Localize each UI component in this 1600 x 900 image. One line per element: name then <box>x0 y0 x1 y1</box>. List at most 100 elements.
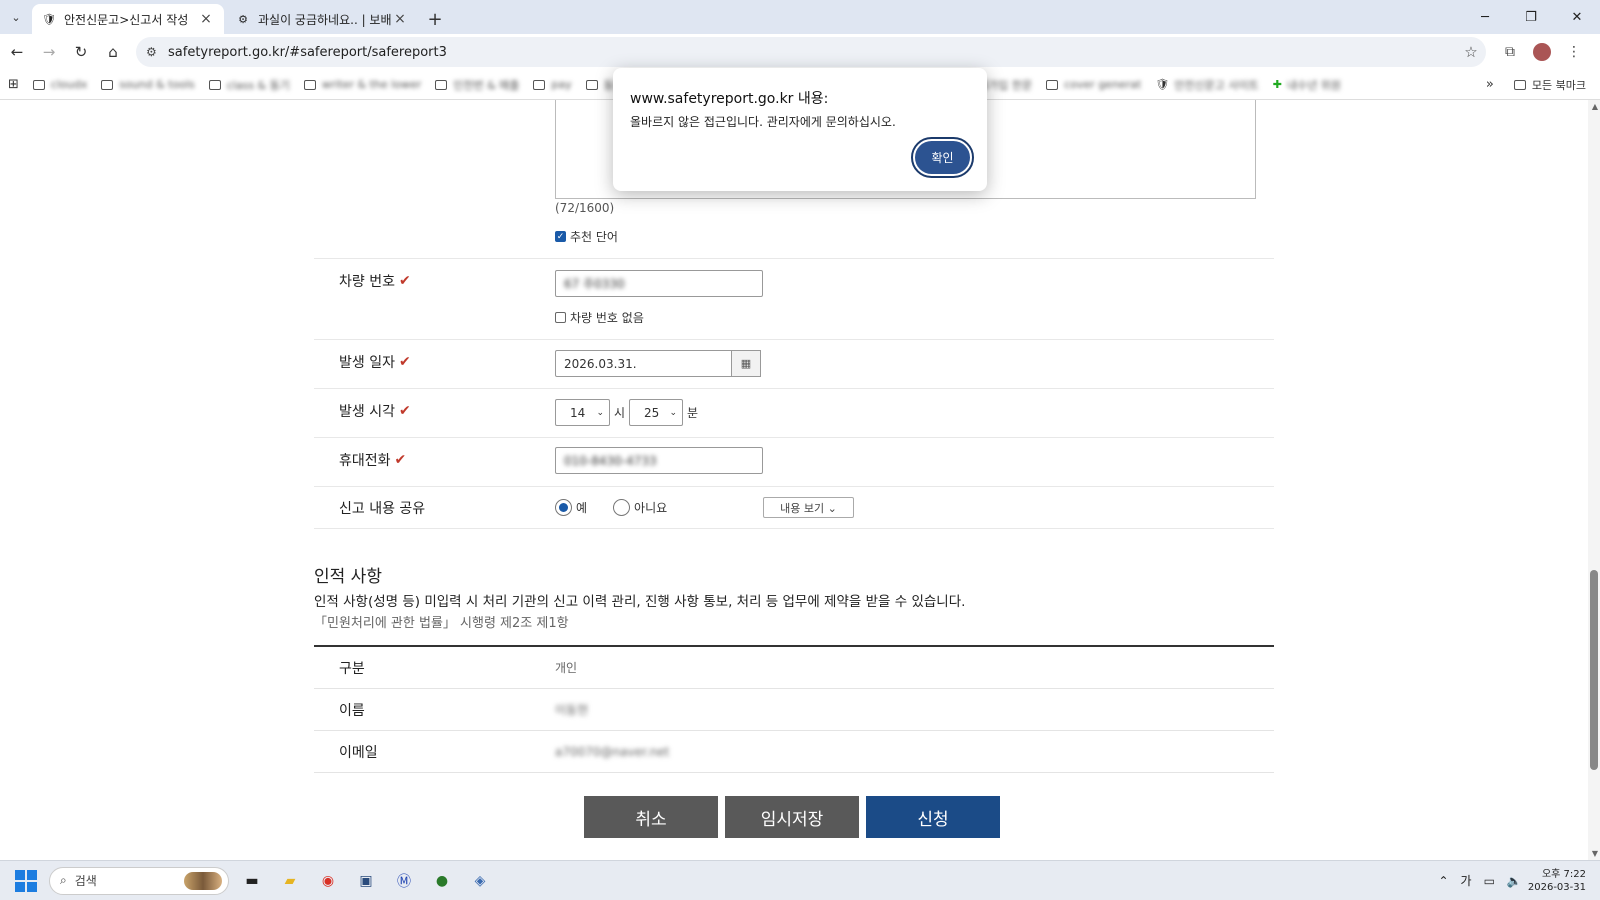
new-tab-button[interactable]: + <box>420 4 450 34</box>
browser-toolbar: ← → ↻ ⌂ ⚙ safetyreport.go.kr/#safereport… <box>0 34 1600 70</box>
share-no-label: 아니요 <box>634 501 668 515</box>
back-icon[interactable]: ← <box>2 37 32 67</box>
search-icon: ⌕ <box>60 873 67 887</box>
date-input[interactable]: 2026.03.31. <box>555 350 733 377</box>
page-scrollbar[interactable]: ▲ ▼ <box>1588 100 1600 860</box>
more-bookmarks-icon[interactable]: » <box>1486 77 1494 92</box>
blue-app-icon[interactable]: ◈ <box>465 866 495 896</box>
share-yes-label: 예 <box>576 501 588 515</box>
home-icon[interactable]: ⌂ <box>98 37 128 67</box>
hour-unit: 시 <box>614 406 626 420</box>
folder-icon <box>32 79 45 90</box>
share-label: 신고 내용 공유 <box>339 501 426 517</box>
clock[interactable]: 오후 7:22 2026-03-31 <box>1528 868 1586 894</box>
vehicle-number-input[interactable]: 67 주0330 <box>555 270 763 297</box>
share-no-radio[interactable] <box>613 499 631 516</box>
row-value: a70070@naver.net <box>555 744 670 759</box>
window-controls: ─ ❐ ✕ <box>1462 0 1600 34</box>
shield-icon: 🛡 <box>1155 78 1170 91</box>
dialog-ok-button[interactable]: 확인 <box>911 137 974 178</box>
recommend-words-checkbox[interactable]: ✓ 추천 단어 <box>555 228 618 245</box>
bookmark-folder[interactable]: cover generat <box>1046 78 1141 91</box>
search-placeholder: 검색 <box>74 874 97 888</box>
minute-select[interactable]: 25 ⌄ <box>629 399 684 426</box>
temp-save-button[interactable]: 임시저장 <box>725 796 859 838</box>
vehicle-row: 차량 번호 ✔ 67 주0330 차량 번호 없음 <box>314 258 1274 339</box>
no-plate-checkbox[interactable]: 차량 번호 없음 <box>555 309 763 326</box>
volume-icon[interactable]: 🔈 <box>1507 874 1522 888</box>
bookmark-item[interactable]: ✚ 내수년 위원 <box>1273 77 1341 93</box>
bookmark-folder[interactable]: pay <box>533 78 572 91</box>
close-tab-icon[interactable]: × <box>392 11 408 27</box>
date-label: 발생 일자 ✔ <box>339 354 411 371</box>
bookmark-item[interactable]: 🛡 안전신문고 사이트 <box>1155 77 1258 93</box>
bookmark-folder[interactable]: class & 동기 <box>208 77 290 93</box>
green-app-icon[interactable]: ● <box>427 866 457 896</box>
alert-dialog: www.safetyreport.go.kr 내용: 올바르지 않은 접근입니다… <box>613 68 987 191</box>
search-highlight-image <box>184 871 222 890</box>
dialog-message: 올바르지 않은 접근입니다. 관리자에게 문의하십시오. <box>630 115 896 129</box>
windows-start-icon[interactable] <box>15 869 37 892</box>
time-label: 발생 시각 ✔ <box>339 403 411 420</box>
url-text: safetyreport.go.kr/#safereport/saferepor… <box>168 44 447 60</box>
tab-search-icon[interactable]: ⌄ <box>0 0 32 34</box>
tab-title: 과실이 궁금하네요.. | 보배드림 <box>258 12 392 27</box>
restore-icon[interactable]: ❐ <box>1508 0 1554 34</box>
time-row: 발생 시각 ✔ 14 ⌄ 시 25 ⌄ 분 <box>314 388 1274 437</box>
row-key: 구분 <box>339 660 365 677</box>
scrollbar-thumb[interactable] <box>1590 570 1598 770</box>
folder-icon <box>1046 79 1059 90</box>
table-row: 이메일 a70070@naver.net <box>314 731 1274 773</box>
minimize-icon[interactable]: ─ <box>1462 0 1508 34</box>
scroll-down-icon[interactable]: ▼ <box>1592 849 1598 858</box>
m-app-icon[interactable]: Ⓜ <box>389 866 419 896</box>
site-info-icon[interactable]: ⚙ <box>146 45 168 59</box>
taskbar-search[interactable]: ⌕ 검색 <box>49 866 229 895</box>
bookmark-folder[interactable]: 인천번 & 매출 <box>435 77 519 93</box>
tab-title: 안전신문고>신고서 작성 <box>64 12 189 27</box>
tray-chevron-icon[interactable]: ⌃ <box>1438 874 1448 888</box>
checkbox-icon[interactable] <box>555 312 566 323</box>
bookmark-folder[interactable]: sound & tools <box>101 78 195 91</box>
reload-icon[interactable]: ↻ <box>66 37 96 67</box>
chrome-icon[interactable]: ◉ <box>313 866 343 896</box>
table-row: 구분 개인 <box>314 647 1274 689</box>
view-content-button[interactable]: 내용 보기 ⌄ <box>763 497 854 518</box>
table-row: 이름 이동현 <box>314 689 1274 731</box>
bookmark-label: cloudx <box>50 78 88 91</box>
row-value: 개인 <box>555 661 578 675</box>
close-tab-icon[interactable]: × <box>198 11 214 27</box>
submit-button[interactable]: 신청 <box>866 796 1000 838</box>
phone-input[interactable]: 010-8430-4733 <box>555 447 763 474</box>
forward-icon[interactable]: → <box>34 37 64 67</box>
network-icon[interactable]: ▭ <box>1484 874 1495 888</box>
no-plate-label: 차량 번호 없음 <box>570 311 644 325</box>
tab-safetyreport[interactable]: 🛡 안전신문고>신고서 작성 × <box>32 4 224 34</box>
address-bar[interactable]: ⚙ safetyreport.go.kr/#safereport/saferep… <box>136 37 1486 67</box>
kebab-menu-icon[interactable]: ⋮ <box>1558 44 1590 60</box>
cancel-button[interactable]: 취소 <box>584 796 718 838</box>
checkbox-checked-icon[interactable]: ✓ <box>555 231 566 242</box>
folder-icon <box>208 79 221 90</box>
hour-select[interactable]: 14 ⌄ <box>555 399 610 426</box>
extensions-icon[interactable]: ⧉ <box>1494 44 1526 60</box>
site-favicon-icon: ⚙ <box>238 12 248 26</box>
bookmark-folder[interactable]: cloudx <box>32 78 88 91</box>
app-window-icon[interactable]: ▣ <box>351 866 381 896</box>
recommend-label: 추천 단어 <box>570 230 618 244</box>
folder-icon <box>533 79 546 90</box>
all-bookmarks-folder[interactable]: 모든 북마크 <box>1513 77 1586 93</box>
bookmark-star-icon[interactable]: ☆ <box>1456 43 1486 61</box>
apps-grid-icon[interactable]: ⊞ <box>8 77 19 92</box>
close-window-icon[interactable]: ✕ <box>1554 0 1600 34</box>
ime-indicator[interactable]: 가 <box>1461 872 1472 889</box>
share-yes-radio[interactable] <box>555 499 572 516</box>
row-key: 이메일 <box>339 744 378 761</box>
task-view-icon[interactable]: ▬ <box>237 866 267 896</box>
scroll-up-icon[interactable]: ▲ <box>1592 102 1598 111</box>
file-explorer-icon[interactable]: ▰ <box>275 866 305 896</box>
profile-avatar[interactable] <box>1533 43 1551 61</box>
tab-bobaedream[interactable]: ⚙ 과실이 궁금하네요.. | 보배드림 × <box>226 4 418 34</box>
bookmark-folder[interactable]: writer & the lower <box>303 78 421 91</box>
calendar-icon[interactable]: ▦ <box>731 350 761 377</box>
